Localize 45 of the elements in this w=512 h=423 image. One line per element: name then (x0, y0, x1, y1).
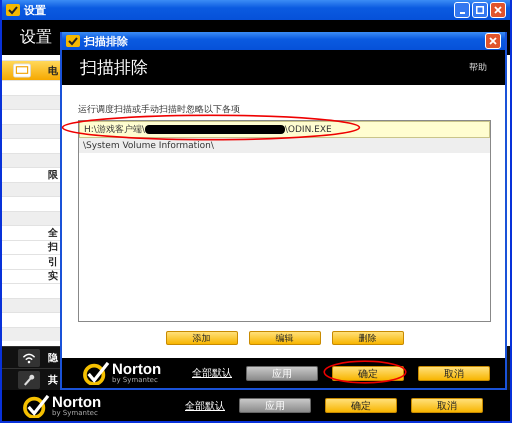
app-icon (66, 35, 80, 47)
maximize-icon (476, 6, 484, 14)
close-icon (493, 5, 503, 15)
sidebar-row (2, 152, 62, 167)
list-row[interactable]: \System Volume Information\ (79, 138, 490, 154)
path-text: \ODIN.EXE (284, 124, 332, 134)
logo-text: Norton (112, 362, 162, 377)
minimize-icon (460, 12, 464, 14)
checkmark-logo-icon (22, 394, 50, 418)
sidebar-row (2, 182, 62, 196)
instruction-text: 运行调度扫描或手动扫描时忽略以下各项 (78, 104, 241, 116)
close-icon (488, 36, 498, 46)
wrench-icon (21, 372, 37, 386)
sidebar-row (2, 298, 62, 312)
sidebar-item[interactable]: 电 (2, 60, 62, 80)
sidebar-row (2, 326, 62, 341)
action-button[interactable]: 添加 (166, 331, 238, 345)
close-button[interactable] (490, 2, 506, 18)
path-text: \System Volume Information\ (83, 140, 214, 150)
sidebar-row (2, 124, 62, 138)
dialog-heading: 扫描排除 (80, 57, 148, 79)
wifi-icon (21, 350, 37, 364)
restore-defaults-link[interactable]: 全部默认 (192, 366, 232, 380)
minimize-button[interactable] (454, 2, 470, 18)
close-button[interactable] (485, 33, 501, 49)
help-link[interactable]: 帮助 (469, 61, 487, 74)
sidebar-row (2, 94, 62, 109)
page-heading: 设置 (20, 27, 52, 48)
footer-button[interactable]: 取消 (418, 366, 490, 380)
logo-text: Norton (52, 394, 102, 410)
list-row[interactable]: H:\游戏客户端\ \ODIN.EXE (79, 121, 490, 138)
restore-defaults-link[interactable]: 全部默认 (185, 398, 225, 412)
footer-button[interactable]: 取消 (411, 398, 483, 413)
footer-button[interactable]: 确定 (325, 398, 397, 413)
footer-button[interactable]: 确定 (332, 366, 404, 380)
maximize-button[interactable] (472, 2, 488, 18)
window-title: 设置 (24, 2, 46, 18)
sidebar-row (2, 210, 62, 225)
action-button[interactable]: 删除 (332, 331, 404, 345)
action-button[interactable]: 编辑 (248, 331, 320, 345)
path-text: H:\游戏客户端\ (84, 124, 145, 136)
dialog-title: 扫描排除 (84, 34, 128, 48)
app-icon (6, 4, 20, 16)
checkmark-logo-icon (82, 361, 110, 385)
monitor-icon (12, 63, 32, 78)
